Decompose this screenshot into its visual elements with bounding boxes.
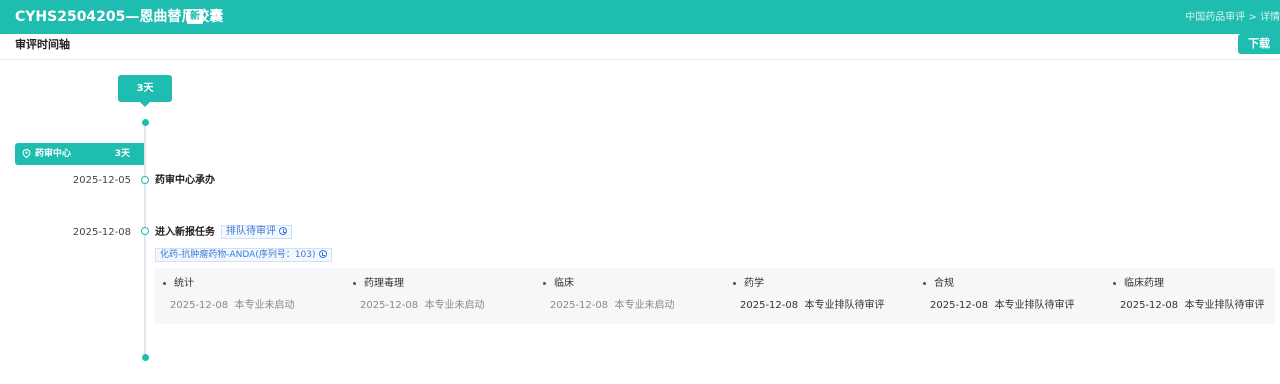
specialty-status: 2025-12-08 本专业排队待审评	[930, 300, 1075, 311]
status-text: 排队待审评	[226, 226, 276, 237]
new-badge: 新	[187, 9, 203, 24]
category-tag[interactable]: 化药-抗肿瘤药物-ANDA(序列号：103)	[155, 248, 332, 262]
event-date: 2025-12-05	[72, 175, 131, 186]
event-title: 进入新报任务	[155, 227, 215, 238]
section-bar: 审评时间轴 下载	[0, 34, 1280, 60]
specialty-status: 2025-12-08 本专业未启动	[550, 300, 675, 311]
download-button[interactable]: 下载	[1238, 34, 1280, 54]
bullet	[353, 282, 356, 285]
page-header: CYHS2504205—恩曲替尼胶囊 新 中国药品审评 > 详情	[0, 0, 1280, 34]
timeline-node-start	[141, 118, 149, 126]
bullet	[1113, 282, 1116, 285]
specialty-item: 临床药理 2025-12-08 本专业排队待审评	[1105, 268, 1280, 324]
timeline-node	[141, 227, 149, 235]
specialty-name: 统计	[174, 278, 194, 289]
specialty-name: 临床	[554, 278, 574, 289]
specialty-item: 药学 2025-12-08 本专业排队待审评	[725, 268, 915, 324]
bullet	[923, 282, 926, 285]
status-tag[interactable]: 排队待审评	[221, 225, 292, 239]
review-center-tag: 药审中心 3天	[15, 143, 144, 165]
event-title: 药审中心承办	[155, 175, 215, 186]
specialty-name: 临床药理	[1124, 278, 1164, 289]
bullet	[543, 282, 546, 285]
specialty-status: 2025-12-08 本专业未启动	[170, 300, 295, 311]
specialty-name: 药理毒理	[364, 278, 404, 289]
breadcrumb[interactable]: 中国药品审评 > 详情	[1185, 11, 1280, 25]
location-pin-icon	[22, 149, 31, 158]
specialty-name: 药学	[744, 278, 764, 289]
event-date: 2025-12-08	[72, 227, 131, 238]
bullet	[733, 282, 736, 285]
timeline-line	[144, 121, 146, 357]
specialty-item: 药理毒理 2025-12-08 本专业未启动	[345, 268, 535, 324]
category-text: 化药-抗肿瘤药物-ANDA(序列号：103)	[160, 250, 316, 260]
center-name: 药审中心	[35, 149, 72, 159]
specialty-name: 合规	[934, 278, 954, 289]
duration-bubble: 3天	[118, 75, 172, 107]
bullet	[163, 282, 166, 285]
specialty-status: 2025-12-08 本专业未启动	[360, 300, 485, 311]
timeline-node-end	[141, 353, 149, 361]
specialty-item: 统计 2025-12-08 本专业未启动	[155, 268, 345, 324]
section-title: 审评时间轴	[15, 38, 70, 51]
specialty-item: 合规 2025-12-08 本专业排队待审评	[915, 268, 1105, 324]
specialty-panel: 统计 2025-12-08 本专业未启动 药理毒理 2025-12-08 本专业…	[155, 268, 1275, 324]
specialty-item: 临床 2025-12-08 本专业未启动	[535, 268, 725, 324]
clock-icon	[318, 250, 327, 258]
timeline-node	[141, 176, 149, 184]
clock-icon	[279, 227, 287, 235]
specialty-status: 2025-12-08 本专业排队待审评	[740, 300, 885, 311]
center-days: 3天	[114, 149, 130, 159]
specialty-status: 2025-12-08 本专业排队待审评	[1120, 300, 1265, 311]
